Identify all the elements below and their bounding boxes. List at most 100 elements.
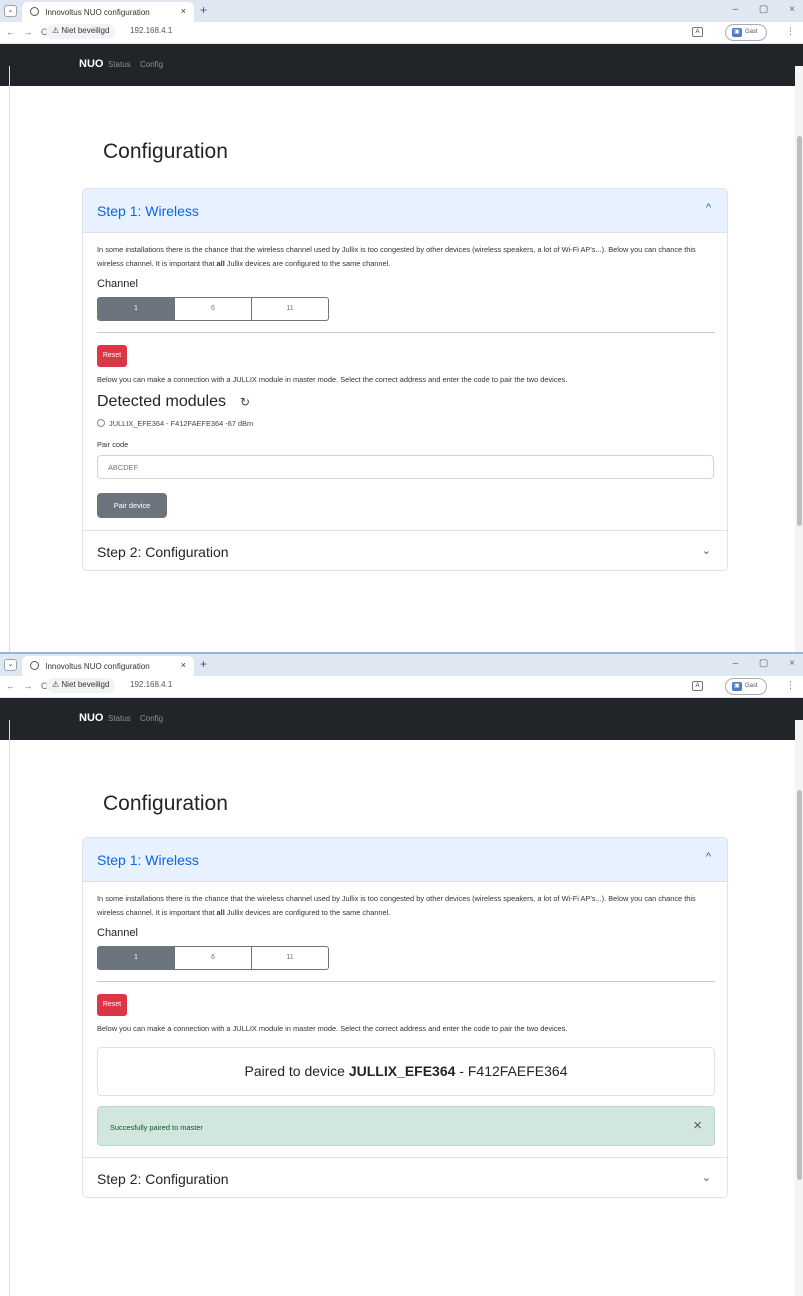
paired-device-name: JULLIX_EFE364 [348,1063,456,1079]
channel-11-button[interactable]: 11 [251,946,329,970]
url-field[interactable]: 192.168.4.1 [130,26,172,35]
globe-icon [30,661,39,670]
tab-strip: ⌄ Innovoltus NUO configuration × + – ▢ × [0,0,803,22]
intro-text-a: In some installations there is the chanc… [97,894,696,917]
scrollbar[interactable] [795,66,803,652]
step2-header[interactable]: Step 2: Configuration ⌄ [83,1157,727,1197]
chevron-up-icon: ^ [705,851,711,863]
wireless-intro: In some installations there is the chanc… [97,892,712,920]
nav-buttons[interactable]: ← → C [6,27,48,37]
chevron-down-icon: ⌄ [701,1172,711,1184]
module-radio[interactable] [97,419,105,427]
nav-link-status[interactable]: Status [108,60,131,69]
step2-header[interactable]: Step 2: Configuration ⌄ [83,530,727,570]
tab-strip: ⌄ Innovoltus NUO configuration × + – ▢ × [0,654,803,676]
step1-body: In some installations there is the chanc… [83,882,727,1146]
browser-window-after: ⌄ Innovoltus NUO configuration × + – ▢ ×… [0,652,803,1296]
success-message: Succesfully paired to master [110,1123,203,1132]
channel-11-button[interactable]: 11 [251,297,329,321]
pair-code-label: Pair code [97,440,129,449]
url-field[interactable]: 192.168.4.1 [130,680,172,689]
browser-menu-icon[interactable]: ⋮ [786,26,795,37]
nav-link-config[interactable]: Config [140,714,163,723]
browser-menu-icon[interactable]: ⋮ [786,680,795,691]
pair-code-input[interactable] [97,455,714,479]
navbar-brand[interactable]: NUO [79,58,103,70]
tab-close-icon[interactable]: × [181,6,186,16]
navbar: NUO Status Config [0,698,803,740]
tab-title: Innovoltus NUO configuration [45,8,150,17]
chevron-down-icon: ⌄ [701,545,711,557]
navbar-brand[interactable]: NUO [79,712,103,724]
tab-close-icon[interactable]: × [181,660,186,670]
refresh-icon[interactable]: ↻ [240,395,250,409]
detected-modules-heading: Detected modules ↻ [97,393,713,411]
intro-bold: all [216,259,225,268]
section-divider [97,981,715,982]
pair-device-button[interactable]: Pair device [97,493,167,518]
nav-link-config[interactable]: Config [140,60,163,69]
profile-button[interactable]: ▣ Gast [725,24,767,41]
profile-label: Gast [745,683,758,689]
paired-device-mac: - F412FAEFE364 [455,1063,568,1079]
step1-body: In some installations there is the chanc… [83,233,727,518]
page-title: Configuration [103,792,228,815]
tab-search-icon[interactable]: ⌄ [4,5,17,17]
reset-button[interactable]: Reset [97,994,127,1016]
channel-1-button[interactable]: 1 [97,946,175,970]
intro-bold: all [216,908,225,917]
wireless-intro: In some installations there is the chanc… [97,243,712,271]
page-gutter [0,66,10,652]
profile-button[interactable]: ▣ Gast [725,678,767,695]
browser-tab[interactable]: Innovoltus NUO configuration × [22,2,194,22]
navbar: NUO Status Config [0,44,803,86]
channel-6-button[interactable]: 6 [174,946,252,970]
step1-header[interactable]: Step 1: Wireless ^ [83,189,727,233]
config-accordion: Step 1: Wireless ^ In some installations… [82,837,728,1198]
channel-1-button[interactable]: 1 [97,297,175,321]
window-controls[interactable]: – ▢ × [733,4,795,15]
window-controls[interactable]: – ▢ × [733,658,795,669]
new-tab-button[interactable]: + [200,3,207,17]
page-gutter [0,720,10,1296]
scrollbar-thumb[interactable] [797,136,802,526]
section-divider [97,332,715,333]
step2-title: Step 2: Configuration [97,1171,229,1187]
nav-buttons[interactable]: ← → C [6,681,48,691]
address-bar-row: ← → C ⚠ Niet beveiligd 192.168.4.1 A ▣ Ga… [0,676,803,698]
channel-6-button[interactable]: 6 [174,297,252,321]
step2-title: Step 2: Configuration [97,544,229,560]
chevron-up-icon: ^ [705,202,711,214]
guest-avatar-icon: ▣ [732,682,742,691]
address-bar-row: ← → C ⚠ Niet beveiligd 192.168.4.1 A ▣ Ga… [0,22,803,44]
translate-icon[interactable]: A [692,681,703,691]
scrollbar-thumb[interactable] [797,790,802,1180]
step1-title: Step 1: Wireless [97,852,199,868]
step1-title: Step 1: Wireless [97,203,199,219]
translate-icon[interactable]: A [692,27,703,37]
paired-prefix: Paired to device [244,1063,349,1079]
tab-search-icon[interactable]: ⌄ [4,659,17,671]
detected-modules-title: Detected modules [97,393,226,410]
intro-text-b: Jullix devices are configured to the sam… [224,908,391,917]
security-indicator[interactable]: ⚠ Niet beveiligd [46,678,116,693]
step1-header[interactable]: Step 1: Wireless ^ [83,838,727,882]
channel-label: Channel [97,927,138,939]
channel-button-group: 1 6 11 [97,946,713,970]
browser-tab[interactable]: Innovoltus NUO configuration × [22,656,194,676]
security-indicator[interactable]: ⚠ Niet beveiligd [46,24,116,39]
profile-label: Gast [745,29,758,35]
reset-button[interactable]: Reset [97,345,127,367]
pair-intro: Below you can make a connection with a J… [97,375,568,384]
tab-title: Innovoltus NUO configuration [45,662,150,671]
scrollbar[interactable] [795,720,803,1296]
module-option-label: JULLIX_EFE364 - F412FAEFE364 -67 dBm [109,419,254,428]
channel-button-group: 1 6 11 [97,297,713,321]
config-accordion: Step 1: Wireless ^ In some installations… [82,188,728,571]
close-icon[interactable]: × [693,1117,702,1134]
module-option[interactable]: JULLIX_EFE364 - F412FAEFE364 -67 dBm [97,419,713,428]
success-alert: Succesfully paired to master × [97,1106,715,1146]
new-tab-button[interactable]: + [200,657,207,671]
intro-text-a: In some installations there is the chanc… [97,245,696,268]
nav-link-status[interactable]: Status [108,714,131,723]
